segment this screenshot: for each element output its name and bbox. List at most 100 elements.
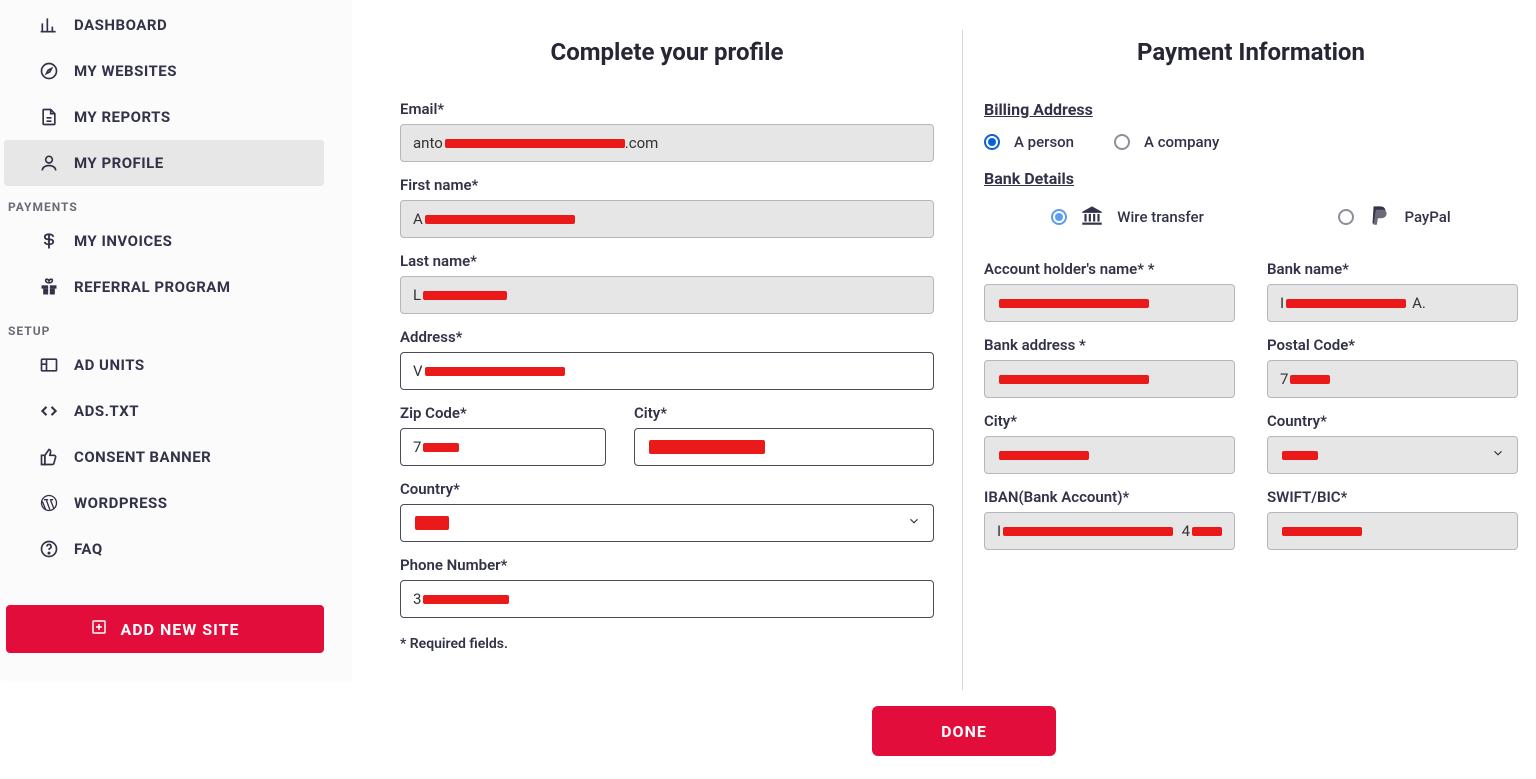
- sidebar-item-label: MY INVOICES: [74, 232, 172, 250]
- billing-address-label: Billing Address: [984, 100, 1518, 119]
- redacted: [1290, 375, 1330, 384]
- label-bank-city: City*: [984, 412, 1235, 430]
- iban-suffix: 4: [1182, 522, 1190, 540]
- radio-company[interactable]: A company: [1114, 133, 1219, 151]
- phone-field[interactable]: 3: [400, 580, 934, 618]
- radio-icon: [1114, 134, 1130, 150]
- bank-name-field[interactable]: I A.: [1267, 284, 1518, 322]
- holder-field[interactable]: [984, 284, 1235, 322]
- last-name-field[interactable]: L: [400, 276, 934, 314]
- redacted: [423, 443, 459, 452]
- sidebar-item-label: WORDPRESS: [74, 494, 168, 512]
- sidebar-item-label: ADS.TXT: [74, 402, 139, 420]
- label-bank-name: Bank name*: [1267, 260, 1518, 278]
- swift-field[interactable]: [1267, 512, 1518, 550]
- user-icon: [38, 152, 60, 174]
- redacted: [1192, 527, 1222, 536]
- label-swift: SWIFT/BIC*: [1267, 488, 1518, 506]
- sidebar-item-reports[interactable]: MY REPORTS: [0, 94, 352, 140]
- iban-field[interactable]: I 4: [984, 512, 1235, 550]
- sidebar-item-label: FAQ: [74, 540, 103, 558]
- sidebar-item-label: REFERRAL PROGRAM: [74, 278, 231, 296]
- entity-radio-group: A person A company: [984, 133, 1518, 151]
- sidebar-item-adunits[interactable]: AD UNITS: [0, 342, 352, 388]
- iban-prefix: I: [997, 522, 1001, 540]
- radio-icon: [1338, 209, 1354, 225]
- bank-addr-field[interactable]: [984, 360, 1235, 398]
- file-icon: [38, 106, 60, 128]
- radio-person-label: A person: [1014, 133, 1074, 151]
- bank-icon: [1079, 202, 1105, 232]
- redacted: [1003, 527, 1173, 536]
- add-new-site-button[interactable]: ADD NEW SITE: [6, 605, 324, 653]
- bank-city-field[interactable]: [984, 436, 1235, 474]
- label-first: First name*: [400, 176, 934, 194]
- sidebar-item-consent[interactable]: CONSENT BANNER: [0, 434, 352, 480]
- radio-icon: [1051, 209, 1067, 225]
- zip-field[interactable]: 7: [400, 428, 606, 466]
- email-field[interactable]: anto.com: [400, 124, 934, 162]
- sidebar-item-adstxt[interactable]: ADS.TXT: [0, 388, 352, 434]
- redacted: [1282, 451, 1318, 460]
- code-icon: [38, 400, 60, 422]
- redacted: [1282, 527, 1362, 536]
- sidebar-header-payments: PAYMENTS: [0, 186, 352, 218]
- profile-title: Complete your profile: [400, 38, 934, 66]
- done-button[interactable]: DONE: [872, 706, 1056, 756]
- sidebar-item-wordpress[interactable]: WORDPRESS: [0, 480, 352, 526]
- bar-chart-icon: [38, 14, 60, 36]
- radio-person[interactable]: A person: [984, 133, 1074, 151]
- plus-box-icon: [90, 618, 108, 640]
- postal-field[interactable]: 7: [1267, 360, 1518, 398]
- label-bank-country: Country*: [1267, 412, 1518, 430]
- sidebar-item-label: CONSENT BANNER: [74, 448, 211, 466]
- label-postal: Postal Code*: [1267, 336, 1518, 354]
- chevron-down-icon: [907, 514, 921, 532]
- payment-title: Payment Information: [984, 38, 1518, 66]
- bank-name-suffix: A.: [1412, 294, 1426, 312]
- compass-icon: [38, 60, 60, 82]
- sidebar-item-referral[interactable]: REFERRAL PROGRAM: [0, 264, 352, 310]
- redacted: [425, 367, 565, 376]
- sidebar: DASHBOARD MY WEBSITES MY REPORTS MY PROF…: [0, 0, 352, 679]
- main: Complete your profile Email* anto.com Fi…: [352, 0, 1536, 779]
- city-field[interactable]: [634, 428, 934, 466]
- address-field[interactable]: V: [400, 352, 934, 390]
- sidebar-item-label: MY PROFILE: [74, 154, 164, 172]
- sidebar-item-profile[interactable]: MY PROFILE: [4, 140, 324, 186]
- first-name-field[interactable]: A: [400, 200, 934, 238]
- label-country: Country*: [400, 480, 934, 498]
- sidebar-item-dashboard[interactable]: DASHBOARD: [0, 2, 352, 48]
- radio-wire[interactable]: Wire transfer: [1051, 202, 1204, 232]
- redacted: [415, 516, 449, 530]
- gift-icon: [38, 276, 60, 298]
- postal-prefix: 7: [1280, 370, 1288, 388]
- sidebar-item-websites[interactable]: MY WEBSITES: [0, 48, 352, 94]
- bank-name-prefix: I: [1280, 294, 1284, 312]
- sidebar-item-invoices[interactable]: MY INVOICES: [0, 218, 352, 264]
- label-bank-addr: Bank address *: [984, 336, 1235, 354]
- sidebar-item-label: MY WEBSITES: [74, 62, 177, 80]
- redacted: [999, 451, 1089, 460]
- email-value-suffix: .com: [625, 134, 659, 152]
- dollar-icon: [38, 230, 60, 252]
- sidebar-item-faq[interactable]: FAQ: [0, 526, 352, 572]
- redacted: [423, 595, 509, 604]
- label-city: City*: [634, 404, 934, 422]
- layout-icon: [38, 354, 60, 376]
- help-icon: [38, 538, 60, 560]
- payment-method-group: Wire transfer PayPal: [984, 202, 1518, 232]
- redacted: [999, 299, 1149, 308]
- radio-paypal[interactable]: PayPal: [1338, 202, 1450, 232]
- payment-column: Payment Information Billing Address A pe…: [984, 38, 1518, 550]
- label-phone: Phone Number*: [400, 556, 934, 574]
- label-zip: Zip Code*: [400, 404, 606, 422]
- sidebar-header-setup: SETUP: [0, 310, 352, 342]
- country-select[interactable]: [400, 504, 934, 542]
- bank-details-label: Bank Details: [984, 169, 1518, 188]
- bank-country-select[interactable]: [1267, 436, 1518, 474]
- wire-label: Wire transfer: [1117, 208, 1204, 226]
- chevron-down-icon: [1491, 446, 1505, 464]
- paypal-icon: [1366, 202, 1392, 232]
- redacted: [1286, 299, 1406, 308]
